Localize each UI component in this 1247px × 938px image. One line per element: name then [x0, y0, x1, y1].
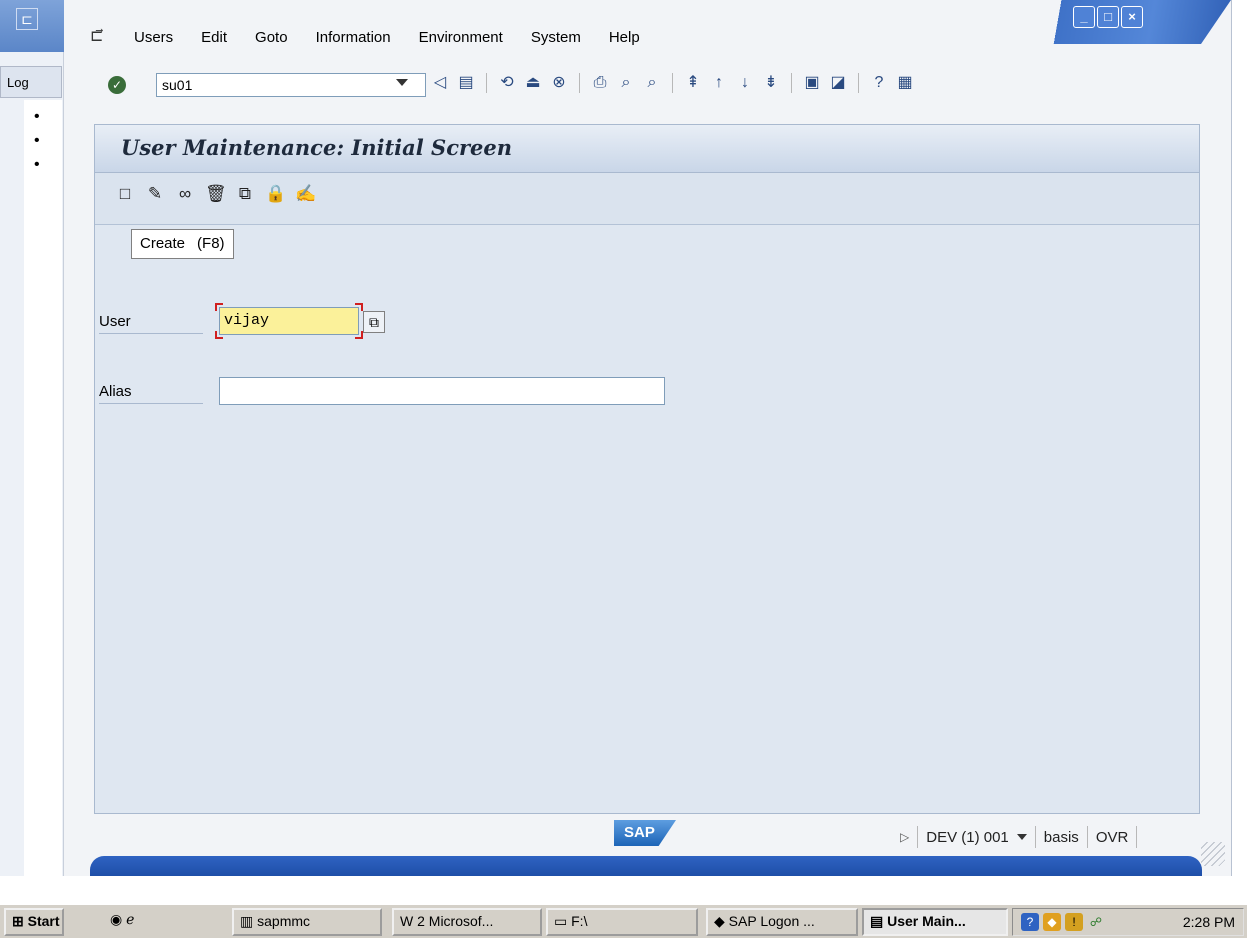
background-window-label: Log — [0, 66, 62, 98]
tree-bullet: • — [34, 108, 40, 125]
taskbar-item-sapmmc[interactable]: ▥ sapmmc — [232, 908, 382, 936]
tooltip-shortcut: (F8) — [197, 235, 225, 252]
quick-launch: ◉ ℯ — [104, 908, 200, 936]
taskbar-item-drive-f[interactable]: ▭ F:\ — [546, 908, 698, 936]
toolbar-separator — [791, 73, 792, 93]
enter-checkmark-icon[interactable]: ✓ — [108, 76, 126, 94]
display-glasses-icon[interactable]: ∞ — [175, 183, 195, 205]
network-icon[interactable]: ☍ — [1087, 913, 1105, 931]
exit-icon[interactable]: ⏏ — [523, 73, 543, 93]
save-icon[interactable]: ▤ — [456, 73, 476, 93]
taskbar: ⊞ Start ◉ ℯ ▥ sapmmc W 2 Microsof... ▭ F… — [0, 876, 1247, 938]
security-shield-icon[interactable]: ! — [1065, 913, 1083, 931]
menu-environment[interactable]: Environment — [419, 29, 503, 46]
drive-icon: ▭ — [554, 913, 568, 929]
toolbar-separator — [579, 73, 580, 93]
create-tooltip: Create (F8) — [131, 229, 234, 259]
user-input[interactable]: vijay — [219, 307, 359, 335]
change-pencil-icon[interactable]: ✎ — [145, 183, 165, 205]
sap-logon-icon: ◆ — [714, 913, 725, 929]
first-page-icon[interactable]: ⇞ — [683, 73, 703, 93]
close-button[interactable]: × — [1121, 6, 1143, 28]
toolbar-separator — [486, 73, 487, 93]
last-page-icon[interactable]: ⇟ — [761, 73, 781, 93]
status-separator — [1136, 826, 1138, 848]
value-help-icon[interactable]: ⧉ — [363, 311, 385, 333]
command-history-dropdown-icon[interactable] — [396, 79, 408, 86]
background-window-pane — [24, 100, 62, 876]
taskbar-item-sap-logon[interactable]: ◆ SAP Logon ... — [706, 908, 858, 936]
tree-bullet: • — [34, 132, 40, 149]
status-separator — [917, 826, 919, 848]
system-tray: ? ◆ ! ☍ 2:28 PM — [1012, 908, 1244, 936]
status-separator — [1034, 826, 1036, 848]
shortcut-icon[interactable]: ◪ — [828, 73, 848, 93]
windows-logo-icon: ⊞ — [12, 913, 24, 929]
page-title: User Maintenance: Initial Screen — [121, 135, 513, 160]
create-icon[interactable]: □ — [115, 183, 135, 205]
system-menu-icon[interactable]: ⊏ — [16, 8, 38, 30]
taskbar-item-user-maintenance[interactable]: ▤ User Main... — [862, 908, 1008, 936]
copy-icon[interactable]: ⧉ — [235, 183, 255, 205]
system-info: DEV (1) 001 — [926, 828, 1009, 846]
previous-page-icon[interactable]: ↑ — [709, 73, 729, 93]
sap-tray-icon[interactable]: ◆ — [1043, 913, 1061, 931]
status-separator — [1086, 826, 1088, 848]
lock-icon[interactable]: 🔒 — [265, 183, 286, 205]
layout-menu-icon[interactable]: ▦ — [895, 73, 915, 93]
background-window[interactable]: ⊏ Log • • • — [0, 0, 64, 876]
create-session-icon[interactable]: ▣ — [802, 73, 822, 93]
delete-trash-icon[interactable]: 🗑 — [205, 183, 227, 205]
word-icon: W — [400, 913, 414, 929]
user-label: User — [99, 313, 203, 334]
window-bottom-frame — [90, 856, 1202, 876]
command-field[interactable]: su01 — [156, 73, 426, 97]
menu-bar: ⊏⃗ Users Edit Goto Information Environme… — [64, 22, 1064, 54]
toolbar-separator — [672, 73, 673, 93]
desktop-icon[interactable]: ◉ — [110, 911, 122, 927]
sap-window-icon: ▤ — [870, 913, 884, 929]
menu-help[interactable]: Help — [609, 29, 640, 46]
help-tray-icon[interactable]: ? — [1021, 913, 1039, 931]
tooltip-text: Create — [140, 235, 186, 252]
resize-grip[interactable] — [1201, 842, 1225, 866]
application-toolbar: □ ✎ ∞ 🗑 ⧉ 🔒 ✍ — [95, 173, 1199, 225]
alias-label: Alias — [99, 383, 203, 404]
maximize-button[interactable]: □ — [1097, 6, 1119, 28]
menu-goto[interactable]: Goto — [255, 29, 288, 46]
menu-edit[interactable]: Edit — [201, 29, 227, 46]
internet-explorer-icon[interactable]: ℯ — [126, 911, 134, 927]
standard-toolbar: ✓ su01 ◁ ▤ ⟲ ⏏ ⊗ ⎙ ⌕ ⌕ ⇞ ↑ ↓ ⇟ ▣ ◪ ? ▦ — [64, 70, 1164, 106]
alias-input[interactable] — [219, 377, 665, 405]
status-user: basis — [1043, 828, 1079, 846]
mmc-icon: ▥ — [240, 913, 254, 929]
menu-system[interactable]: System — [531, 29, 581, 46]
work-area: User Maintenance: Initial Screen □ ✎ ∞ 🗑… — [94, 124, 1200, 814]
sap-logo: SAP — [614, 820, 676, 846]
collapse-arrow-icon[interactable]: ◁ — [430, 73, 450, 93]
menu-information[interactable]: Information — [316, 29, 391, 46]
change-password-icon[interactable]: ✍ — [295, 183, 316, 205]
toolbar-separator — [858, 73, 859, 93]
sap-gui-window: _ □ × ⊏⃗ Users Edit Goto Information Env… — [64, 0, 1232, 876]
start-button[interactable]: ⊞ Start — [4, 908, 64, 936]
status-expand-icon[interactable]: ▷ — [900, 830, 909, 844]
tree-bullet: • — [34, 156, 40, 173]
find-next-icon[interactable]: ⌕ — [642, 73, 662, 93]
cancel-icon[interactable]: ⊗ — [549, 73, 569, 93]
taskbar-item-microsoft-word[interactable]: W 2 Microsof... — [392, 908, 542, 936]
next-page-icon[interactable]: ↓ — [735, 73, 755, 93]
system-menu-icon[interactable]: ⊏⃗ — [90, 26, 103, 46]
help-icon[interactable]: ? — [869, 73, 889, 93]
insert-mode[interactable]: OVR — [1096, 829, 1129, 846]
menu-users[interactable]: Users — [134, 29, 173, 46]
print-icon[interactable]: ⎙ — [590, 73, 610, 93]
status-bar: SAP ▷ DEV (1) 001 basis OVR — [64, 818, 1231, 866]
minimize-button[interactable]: _ — [1073, 6, 1095, 28]
back-icon[interactable]: ⟲ — [497, 73, 517, 93]
clock[interactable]: 2:28 PM — [1183, 914, 1235, 930]
find-icon[interactable]: ⌕ — [616, 73, 636, 93]
screen-title-bar: User Maintenance: Initial Screen — [95, 125, 1199, 173]
system-info-dropdown-icon[interactable] — [1016, 834, 1027, 840]
